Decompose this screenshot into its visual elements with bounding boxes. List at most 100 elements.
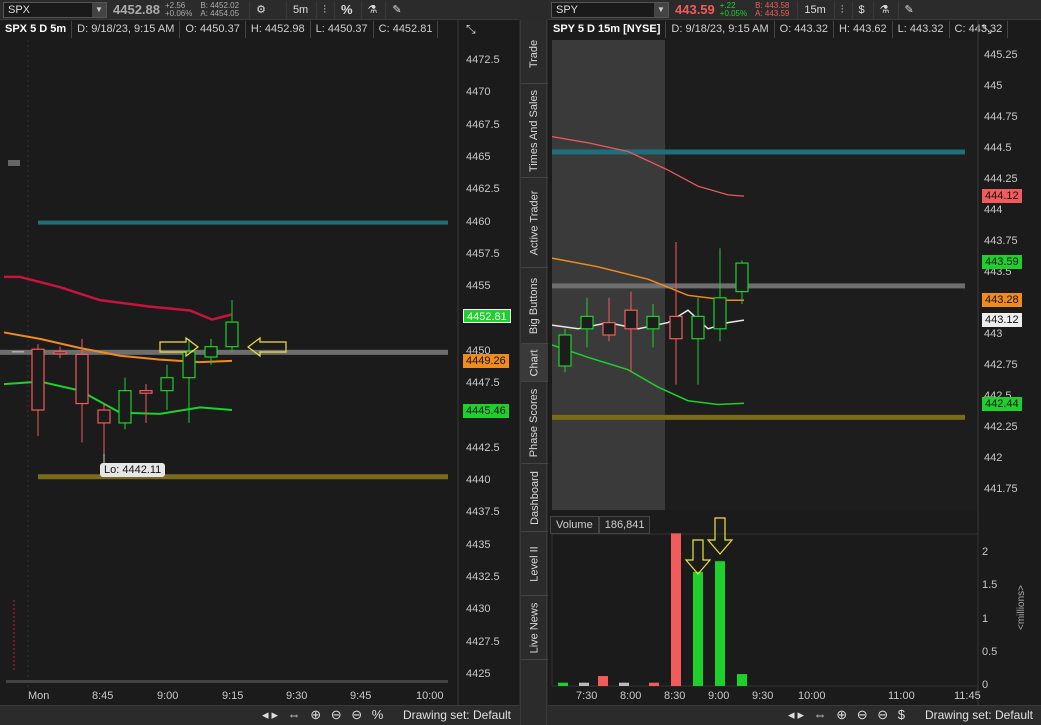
volume-panel — [551, 533, 979, 687]
candle-body — [31, 348, 45, 411]
chart-style-icon[interactable]: ⫶ — [833, 0, 850, 19]
x-tick-label: 11:00 — [888, 690, 915, 702]
spx-zoom-controls[interactable]: ◂▸ ⇔ ⊕ ⊖ ⊖ % — [262, 707, 386, 723]
bar-low: L: 443.32 — [893, 21, 950, 38]
tab-big-buttons[interactable]: Big Buttons — [521, 268, 548, 344]
bid-ask-block: B: 4452.02 A: 4454.05 — [200, 1, 240, 18]
y-tick-label: 4430 — [466, 603, 491, 616]
drawings-icon[interactable]: ✎ — [897, 0, 920, 19]
last-price: 4452.88 — [113, 2, 160, 17]
white-moving-average — [551, 309, 745, 330]
collapse-icon[interactable]: ⤡ — [466, 22, 476, 37]
bar-date: D: 9/18/23, 9:15 AM — [72, 21, 181, 38]
last-price-tag: 443.59 — [982, 254, 1022, 269]
y-tick-label: 444.25 — [984, 173, 1018, 185]
tab-level-ii[interactable]: Level II — [521, 532, 548, 596]
candle-body — [204, 346, 218, 358]
interval-button[interactable]: 5m — [285, 0, 314, 19]
x-tick-label: 9:30 — [752, 690, 774, 702]
x-tick-label: 9:30 — [286, 690, 308, 702]
support-level — [552, 414, 965, 420]
y-tick-label: 444.5 — [984, 142, 1012, 154]
spx-bottom-bar: ◂▸ ⇔ ⊕ ⊖ ⊖ % Drawing set: Default — [0, 705, 519, 725]
x-tick-label: 9:45 — [350, 690, 372, 702]
y-tick-label: 444.75 — [984, 111, 1018, 123]
alert-icon[interactable]: ! — [8, 45, 22, 59]
y-tick-label: 4467.5 — [466, 118, 500, 131]
orange-moving-average — [3, 331, 233, 364]
change-pct: +0.05% — [719, 8, 748, 18]
resistance-level — [552, 149, 965, 155]
y-tick-label: 441.75 — [984, 483, 1018, 495]
collapse-icon[interactable]: ⤡ — [982, 22, 992, 37]
drawing-set-label[interactable]: Drawing set: Default — [925, 708, 1033, 722]
candle-body — [139, 390, 153, 394]
spy-info-bar: SPY 5 D 15m [NYSE] D: 9/18/23, 9:15 AM O… — [548, 21, 1009, 38]
studies-flask-icon[interactable]: ⚗ — [360, 0, 384, 19]
candle-body — [558, 334, 572, 367]
y-tick-label: 4425 — [466, 668, 491, 680]
y-tick-label: 4435 — [466, 538, 491, 551]
tab-label: Times And Sales — [528, 89, 541, 172]
volume-tick-label: 2 — [982, 546, 989, 559]
volume-unit-label: <millions> — [1016, 584, 1027, 630]
tab-trade[interactable]: Trade — [521, 24, 548, 84]
tab-live-news[interactable]: Live News — [521, 596, 548, 660]
low-marker-label: Lo: 4442.11 — [100, 463, 166, 477]
candle-body — [580, 315, 594, 330]
y-tick-label: 4470 — [466, 86, 491, 99]
green-ma-tag: 442.44 — [982, 397, 1022, 412]
volume-tick-label: 1 — [982, 612, 989, 625]
tab-chart[interactable]: Chart — [521, 344, 548, 382]
tab-phase-scores[interactable]: Phase Scores — [521, 382, 548, 464]
y-tick-label: 4460 — [466, 215, 491, 228]
studies-flask-icon[interactable]: ⚗ — [872, 0, 896, 19]
symbol-dropdown-icon[interactable]: ▼ — [654, 2, 668, 17]
y-tick-label: 4442.5 — [466, 441, 500, 454]
symbol-input[interactable]: SPY ▼ — [551, 1, 669, 18]
tab-label: Active Trader — [528, 190, 541, 255]
spx-price-chart[interactable] — [0, 0, 519, 725]
chart-style-icon[interactable]: ⫶ — [316, 0, 332, 19]
spy-zoom-controls[interactable]: ◂▸ ⇔ ⊕ ⊖ ⊖ $ — [788, 707, 908, 723]
day-range-badge: Day Range ($1.2) is 28% of ATR ($4.32) — [593, 43, 806, 59]
tab-dashboard[interactable]: Dashboard — [521, 464, 548, 532]
volume-bar — [671, 533, 681, 686]
orange-ma-tag: 443.28 — [982, 293, 1022, 308]
volume-tick-label: 0.5 — [982, 645, 998, 658]
spy-bottom-bar: ◂▸ ⇔ ⊕ ⊖ ⊖ $ Drawing set: Default — [548, 705, 1041, 725]
symbol-value: SPY — [556, 3, 579, 16]
candle-body — [735, 262, 749, 293]
candle-body — [75, 353, 89, 405]
settings-gear-icon[interactable]: ⚙ — [249, 0, 272, 19]
drawing-set-label[interactable]: Drawing set: Default — [403, 708, 511, 722]
tab-label: Dashboard — [528, 470, 541, 525]
chart-title: SPY 5 D 15m [NYSE] — [548, 21, 667, 38]
symbol-dropdown-icon[interactable]: ▼ — [92, 2, 106, 17]
annotation-arrow-right — [159, 336, 199, 358]
red-moving-average — [4, 275, 233, 321]
green-moving-average — [3, 380, 233, 415]
bar-close: C: 443.32 — [950, 21, 1009, 38]
spy-price-chart[interactable] — [548, 0, 1041, 725]
y-tick-label: 4437.5 — [466, 506, 500, 519]
y-tick-label: 4472.5 — [466, 54, 500, 66]
volume-tick-label: 1.5 — [982, 579, 998, 592]
symbol-input[interactable]: SPX ▼ — [3, 1, 107, 18]
dollar-icon[interactable]: $ — [851, 0, 871, 19]
interval-button[interactable]: 15m — [797, 0, 831, 19]
tab-times-and-sales[interactable]: Times And Sales — [521, 84, 548, 178]
premarket-shade — [552, 40, 665, 510]
tab-active-trader[interactable]: Active Trader — [521, 178, 548, 268]
volume-tick-label: 0 — [982, 679, 989, 691]
volume-bar — [598, 676, 608, 686]
ask-value: A: 4454.05 — [200, 8, 240, 18]
white-ma-tag: 443.12 — [982, 313, 1022, 328]
bar-close: C: 4452.81 — [374, 21, 439, 38]
percent-icon[interactable]: % — [333, 0, 359, 19]
change-block: +2.56 +0.06% — [165, 1, 192, 18]
volume-bar — [693, 571, 703, 686]
annotation-arrow-down — [706, 517, 734, 555]
drawings-icon[interactable]: ✎ — [385, 0, 407, 19]
pivot-level — [0, 349, 448, 355]
